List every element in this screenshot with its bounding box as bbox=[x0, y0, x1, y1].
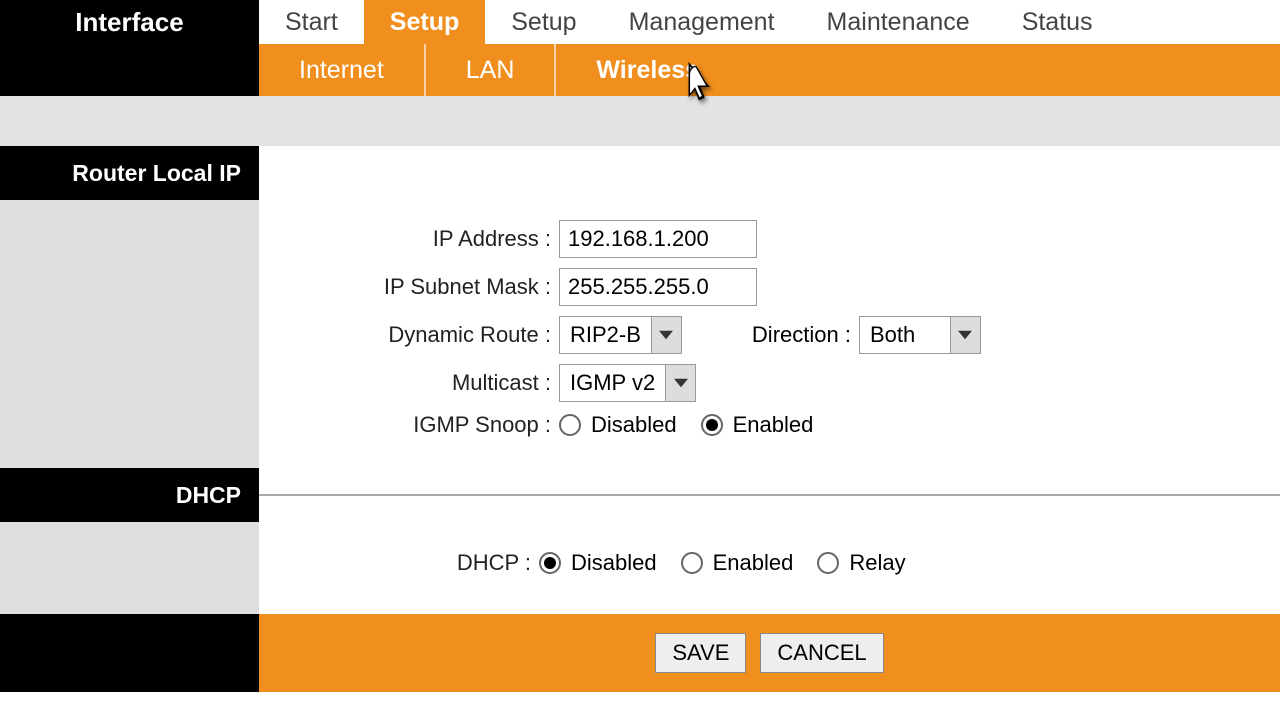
direction-value: Both bbox=[860, 317, 950, 353]
label-dhcp: DHCP : bbox=[259, 550, 539, 576]
tab-status[interactable]: Status bbox=[996, 0, 1119, 44]
footer-black bbox=[0, 614, 259, 692]
dhcp-disabled-label: Disabled bbox=[571, 550, 657, 576]
dynamic-route-select[interactable]: RIP2-B bbox=[559, 316, 682, 354]
label-multicast: Multicast : bbox=[259, 370, 559, 396]
tab-setup-2[interactable]: Setup bbox=[485, 0, 602, 44]
subtab-wireless[interactable]: Wireless bbox=[556, 44, 739, 96]
multicast-value: IGMP v2 bbox=[560, 365, 665, 401]
dhcp-enabled-radio[interactable] bbox=[681, 552, 703, 574]
chevron-down-icon[interactable] bbox=[665, 365, 695, 401]
save-button[interactable]: SAVE bbox=[655, 633, 746, 673]
dhcp-relay-label: Relay bbox=[849, 550, 905, 576]
subtab-lan[interactable]: LAN bbox=[426, 44, 557, 96]
ip-address-input[interactable] bbox=[559, 220, 757, 258]
direction-select[interactable]: Both bbox=[859, 316, 981, 354]
sidebar-gray bbox=[0, 522, 259, 614]
multicast-select[interactable]: IGMP v2 bbox=[559, 364, 696, 402]
tab-management[interactable]: Management bbox=[603, 0, 801, 44]
dhcp-disabled-radio[interactable] bbox=[539, 552, 561, 574]
sidebar-gray bbox=[0, 200, 259, 468]
tab-maintenance[interactable]: Maintenance bbox=[801, 0, 996, 44]
cancel-button[interactable]: CANCEL bbox=[760, 633, 883, 673]
label-ip-subnet-mask: IP Subnet Mask : bbox=[259, 274, 559, 300]
section-dhcp: DHCP bbox=[0, 468, 259, 522]
main-tabs: Start Setup Setup Management Maintenance… bbox=[259, 0, 1280, 44]
content-gray-spacer bbox=[259, 96, 1280, 146]
logo: Interface bbox=[0, 0, 259, 44]
chevron-down-icon[interactable] bbox=[950, 317, 980, 353]
ip-subnet-mask-input[interactable] bbox=[559, 268, 757, 306]
dhcp-relay-radio[interactable] bbox=[817, 552, 839, 574]
label-igmp-snoop: IGMP Snoop : bbox=[259, 412, 559, 438]
footer-bar: SAVE CANCEL bbox=[259, 614, 1280, 692]
dhcp-enabled-label: Enabled bbox=[713, 550, 794, 576]
igmp-snoop-disabled-label: Disabled bbox=[591, 412, 677, 438]
igmp-snoop-enabled-label: Enabled bbox=[733, 412, 814, 438]
igmp-snoop-enabled-radio[interactable] bbox=[701, 414, 723, 436]
tab-start[interactable]: Start bbox=[259, 0, 364, 44]
sub-tabs: Internet LAN Wireless bbox=[259, 44, 1280, 96]
sidebar-gray-spacer bbox=[0, 96, 259, 146]
section-router-local-ip: Router Local IP bbox=[0, 146, 259, 200]
divider bbox=[259, 494, 1280, 522]
sidebar-black bbox=[0, 44, 259, 96]
dynamic-route-value: RIP2-B bbox=[560, 317, 651, 353]
tab-setup[interactable]: Setup bbox=[364, 0, 485, 44]
label-dynamic-route: Dynamic Route : bbox=[259, 322, 559, 348]
label-direction: Direction : bbox=[752, 322, 851, 348]
label-ip-address: IP Address : bbox=[259, 226, 559, 252]
subtab-internet[interactable]: Internet bbox=[259, 44, 426, 96]
chevron-down-icon[interactable] bbox=[651, 317, 681, 353]
igmp-snoop-disabled-radio[interactable] bbox=[559, 414, 581, 436]
